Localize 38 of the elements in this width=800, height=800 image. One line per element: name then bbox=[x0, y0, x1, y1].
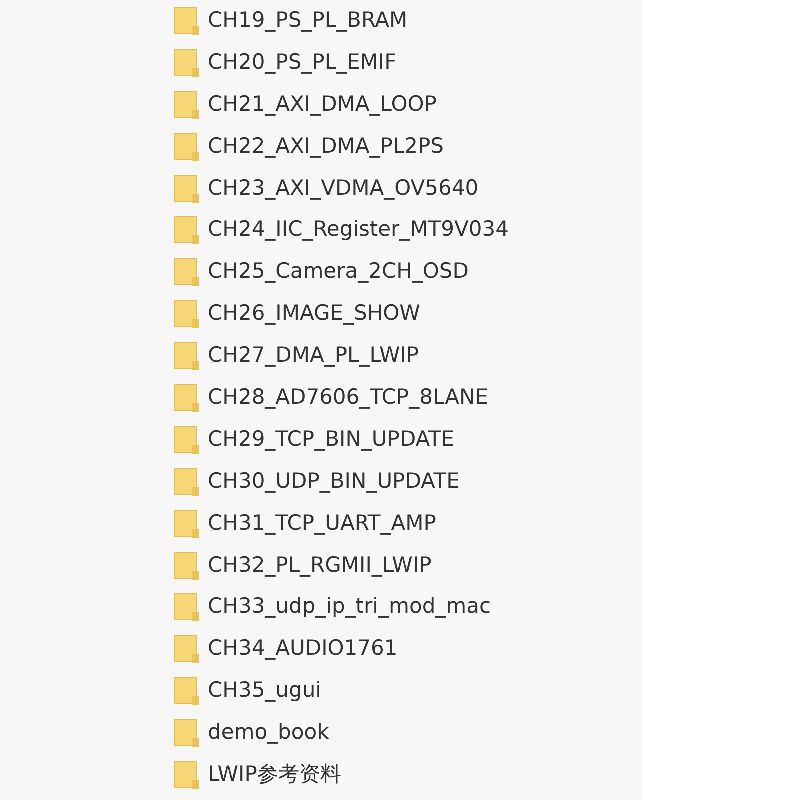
folder-icon bbox=[174, 132, 200, 162]
folder-icon bbox=[174, 592, 200, 622]
folder-item[interactable]: CH33_udp_ip_tri_mod_mac bbox=[174, 590, 492, 632]
folder-icon bbox=[174, 676, 200, 706]
folder-item[interactable]: demo_book bbox=[174, 716, 330, 758]
folder-icon bbox=[174, 6, 200, 36]
folder-item[interactable]: CH35_ugui bbox=[174, 674, 322, 716]
folder-icon bbox=[174, 718, 200, 748]
folder-item[interactable]: CH29_TCP_BIN_UPDATE bbox=[174, 422, 455, 465]
folder-item[interactable]: CH27_DMA_PL_LWIP bbox=[174, 339, 420, 382]
folder-item[interactable]: CH30_UDP_BIN_UPDATE bbox=[174, 464, 460, 507]
folder-icon bbox=[174, 215, 200, 246]
folder-icon bbox=[174, 341, 200, 372]
folder-item[interactable]: CH26_IMAGE_SHOW bbox=[174, 297, 420, 340]
folder-icon bbox=[174, 508, 200, 539]
folder-item[interactable]: CH24_IIC_Register_MT9V034 bbox=[174, 213, 509, 256]
folder-item[interactable]: CH22_AXI_DMA_PL2PS bbox=[174, 130, 444, 172]
folder-icon bbox=[174, 383, 200, 414]
folder-icon bbox=[174, 174, 200, 204]
folder-icon bbox=[174, 48, 200, 78]
folder-icon bbox=[174, 299, 200, 330]
folder-icon bbox=[174, 424, 200, 455]
folder-item[interactable]: CH34_AUDIO1761 bbox=[174, 632, 398, 674]
folder-item[interactable]: CH23_AXI_VDMA_OV5640 bbox=[174, 172, 479, 214]
folder-icon bbox=[174, 90, 200, 120]
folder-item[interactable]: CH31_TCP_UART_AMP bbox=[174, 506, 436, 549]
folder-item[interactable]: CH21_AXI_DMA_LOOP bbox=[174, 88, 437, 130]
folder-icon bbox=[174, 257, 200, 288]
folder-item[interactable]: CH19_PS_PL_BRAM bbox=[174, 4, 408, 46]
folder-item[interactable]: CH28_AD7606_TCP_8LANE bbox=[174, 381, 488, 423]
folder-icon bbox=[174, 466, 200, 497]
folder-icon bbox=[174, 550, 200, 581]
folder-item[interactable]: CH25_Camera_2CH_OSD bbox=[174, 255, 469, 298]
folder-icon bbox=[174, 634, 200, 664]
folder-item[interactable]: LWIP参考资料 bbox=[174, 758, 342, 800]
folder-icon bbox=[174, 760, 200, 790]
folder-item[interactable]: CH20_PS_PL_EMIF bbox=[174, 46, 397, 88]
folder-item[interactable]: CH32_PL_RGMII_LWIP bbox=[174, 548, 432, 590]
